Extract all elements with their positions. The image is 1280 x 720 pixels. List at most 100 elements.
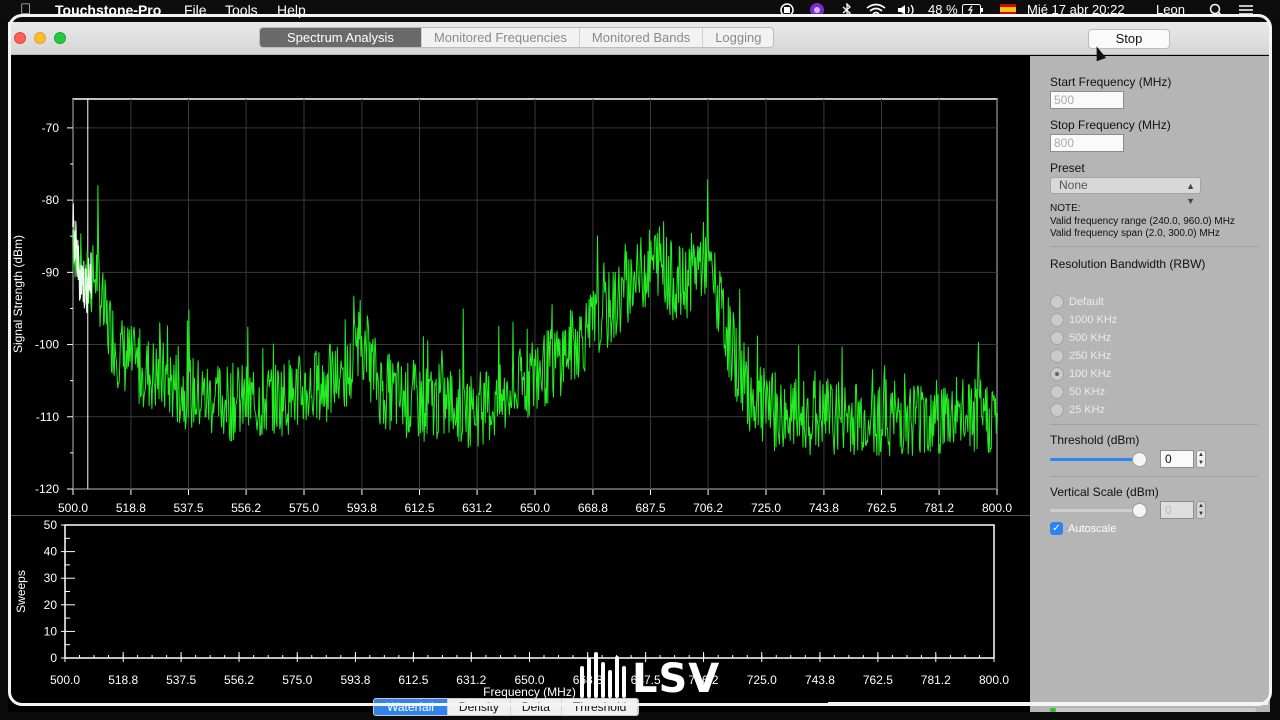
x-tick-label: 781.2: [924, 501, 954, 515]
frame-accent-line: [828, 702, 1268, 705]
x-tick-label: 650.0: [520, 501, 550, 515]
radio-button-icon: [1050, 367, 1064, 381]
y-tick-label: -90: [42, 265, 60, 279]
start-frequency-input[interactable]: 500: [1050, 91, 1124, 109]
volume-icon[interactable]: [896, 3, 918, 17]
rbw-option[interactable]: 50 KHz: [1050, 385, 1105, 399]
slider-knob[interactable]: [1132, 503, 1148, 518]
y-tick-label: 40: [44, 545, 58, 559]
autoscale-checkbox[interactable]: ✓ Autoscale: [1050, 522, 1116, 535]
threshold-label: Threshold (dBm): [1050, 433, 1140, 447]
plots-area: 500.0 518.8 537.5 556.2 575.0 593.8 612.5 631.2…: [8, 56, 1030, 712]
record-icon[interactable]: [780, 3, 794, 17]
tab-monitored-bands[interactable]: Monitored Bands: [580, 28, 704, 47]
lsv-watermark-logo: LSV: [578, 648, 719, 704]
y-tick-label: 30: [44, 571, 58, 585]
start-frequency-label: Start Frequency (MHz): [1050, 75, 1172, 89]
x-tick-label: 706.2: [693, 501, 723, 515]
note-title: NOTE:: [1050, 203, 1081, 214]
x-tick-label: 631.2: [462, 501, 492, 515]
radio-button-icon: [1050, 313, 1064, 327]
checkmark-icon: ✓: [1050, 522, 1063, 535]
x-tick-label: 593.8: [340, 673, 370, 687]
menu-file[interactable]: File: [184, 2, 207, 18]
rbw-option[interactable]: Default: [1050, 295, 1104, 309]
radio-button-icon: [1050, 403, 1064, 417]
x-tick-label: 500.0: [50, 673, 80, 687]
view-tab-delta[interactable]: Delta: [511, 699, 562, 715]
select-caret-icon: ▲ ▼: [1186, 181, 1195, 206]
rbw-option[interactable]: 25 KHz: [1050, 403, 1105, 417]
app-name-menu[interactable]: Touchstone-Pro: [55, 2, 161, 18]
x-tick-label: 762.5: [863, 673, 893, 687]
rbw-option-label: Default: [1069, 296, 1104, 308]
rbw-label: Resolution Bandwidth (RBW): [1050, 257, 1206, 271]
search-icon[interactable]: [1209, 3, 1223, 17]
tab-spectrum-analysis[interactable]: Spectrum Analysis: [260, 28, 422, 47]
screen:  Touchstone-Pro File Tools Help 48 % Mi…: [0, 0, 1280, 720]
menu-tools[interactable]: Tools: [225, 2, 258, 18]
rbw-option-label: 250 KHz: [1069, 350, 1112, 362]
close-window-button[interactable]: [14, 32, 26, 44]
waterfall-frame: [64, 524, 995, 659]
rbw-option[interactable]: 1000 KHz: [1050, 313, 1117, 327]
x-tick-label: 725.0: [751, 501, 781, 515]
app-window: Spectrum Analysis Monitored Frequencies …: [8, 22, 1270, 712]
control-center-icon[interactable]: [1238, 3, 1254, 17]
x-tick-label: 537.5: [173, 501, 203, 515]
y-tick-label: 20: [44, 598, 58, 612]
stop-frequency-input[interactable]: 800: [1050, 134, 1124, 152]
x-tick-label: 556.2: [224, 673, 254, 687]
view-tab-density[interactable]: Density: [448, 699, 511, 715]
x-tick-label: 518.8: [116, 501, 146, 515]
tab-monitored-frequencies[interactable]: Monitored Frequencies: [422, 28, 580, 47]
threshold-stepper[interactable]: ▲ ▼: [1196, 450, 1206, 468]
x-tick-label: 781.2: [921, 673, 951, 687]
progress-fill: [1050, 708, 1057, 712]
threshold-value[interactable]: 0: [1160, 450, 1194, 468]
slider-knob[interactable]: [1132, 452, 1148, 467]
note-frequency-range: Valid frequency range (240.0, 960.0) MHz: [1050, 216, 1235, 227]
battery-icon[interactable]: [962, 4, 984, 16]
slider-fill: [1050, 458, 1140, 461]
vertical-scale-label: Vertical Scale (dBm): [1050, 485, 1159, 499]
rbw-option-label: 50 KHz: [1069, 386, 1106, 398]
y-tick-label: 0: [50, 651, 57, 665]
waterfall-chart: 500.0 518.8 537.5 556.2 575.0 593.8 612.5 631.2…: [14, 518, 1009, 699]
settings-panel: Start Frequency (MHz) 500 Stop Frequency…: [1030, 56, 1270, 712]
x-tick-label: 631.2: [456, 673, 486, 687]
watermark-bars-icon: [580, 652, 626, 698]
x-tick-label: 800.0: [982, 501, 1012, 515]
sweep-progress-bar: [1050, 708, 1256, 712]
vertical-scale-stepper[interactable]: ▲ ▼: [1196, 501, 1206, 519]
user-name[interactable]: Leon: [1156, 2, 1185, 17]
spain-flag-icon[interactable]: [1000, 4, 1016, 15]
minimize-window-button[interactable]: [34, 32, 46, 44]
preset-select[interactable]: None ▲ ▼: [1050, 177, 1201, 206]
x-axis-label: Frequency (MHz): [483, 685, 576, 699]
app-status-icon[interactable]: [809, 2, 825, 18]
zoom-window-button[interactable]: [54, 32, 66, 44]
separator: [1050, 424, 1258, 425]
rbw-option[interactable]: 500 KHz: [1050, 331, 1111, 345]
tab-logging[interactable]: Logging: [703, 28, 773, 47]
x-tick-label: 743.8: [809, 501, 839, 515]
y-tick-label: -100: [35, 338, 59, 352]
bluetooth-icon[interactable]: [840, 3, 854, 17]
rbw-option-label: 1000 KHz: [1069, 314, 1118, 326]
view-tab-waterfall[interactable]: Waterfall: [374, 699, 448, 715]
rbw-option[interactable]: 100 KHz: [1050, 367, 1111, 381]
spectrum-chart: 500.0 518.8 537.5 556.2 575.0 593.8 612.5 631.2…: [11, 98, 1012, 516]
clock[interactable]: Mié 17 abr 20:22: [1027, 2, 1125, 17]
vertical-scale-value[interactable]: 0: [1160, 501, 1194, 519]
y-tick-label: 10: [44, 624, 58, 638]
menubar:  Touchstone-Pro File Tools Help 48 % Mi…: [0, 0, 1280, 20]
apple-icon[interactable]: : [20, 1, 31, 18]
radio-button-icon: [1050, 385, 1064, 399]
y-tick-label: 50: [44, 518, 58, 532]
rbw-option[interactable]: 250 KHz: [1050, 349, 1111, 363]
radio-button-icon: [1050, 295, 1064, 309]
menu-help[interactable]: Help: [277, 2, 306, 18]
separator: [1050, 246, 1258, 247]
wifi-icon[interactable]: [866, 3, 886, 17]
